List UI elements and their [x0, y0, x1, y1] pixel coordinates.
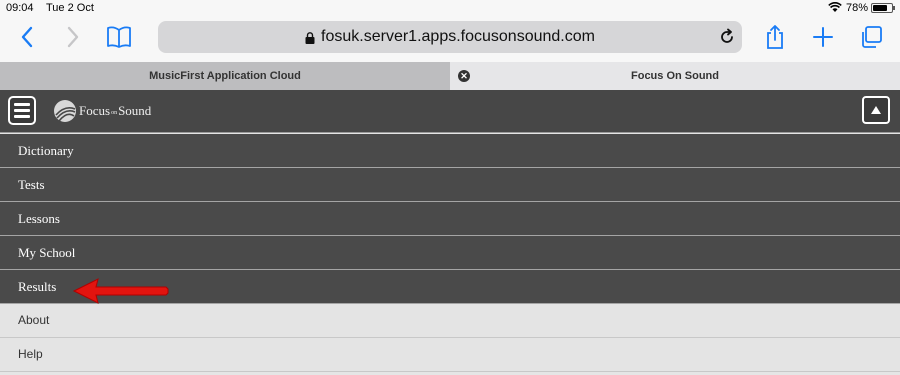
logo-text-focus: Focus: [79, 103, 111, 118]
logo-text-sound: Sound: [118, 103, 152, 118]
logo-mark-icon: [54, 100, 76, 122]
focus-on-sound-logo[interactable]: Focus on Sound: [53, 98, 151, 124]
bookmarks-icon: [107, 26, 131, 48]
menu-item-my-school[interactable]: My School: [0, 236, 900, 270]
new-tab-button[interactable]: [808, 22, 838, 52]
share-button[interactable]: [760, 22, 790, 52]
menu-item-dictionary[interactable]: Dictionary: [0, 134, 900, 168]
tabs-overview-button[interactable]: [856, 22, 886, 52]
tab-label: Focus On Sound: [631, 70, 719, 82]
menu-toggle-button[interactable]: [8, 96, 36, 125]
tabs-icon: [862, 26, 882, 48]
url-text: fosuk.server1.apps.focusonsound.com: [321, 28, 595, 45]
back-button[interactable]: [12, 22, 42, 52]
scroll-to-top-button[interactable]: [862, 96, 890, 124]
red-arrow-icon: [72, 278, 169, 304]
share-icon: [767, 25, 783, 49]
browser-toolbar: fosuk.server1.apps.focusonsound.com: [0, 16, 900, 62]
forward-button[interactable]: [58, 22, 88, 52]
logo-text-on: on: [111, 110, 118, 116]
status-time: 09:04: [6, 2, 34, 14]
new-tab-icon: [813, 27, 833, 47]
tab-strip: MusicFirst Application Cloud ✕ Focus On …: [0, 62, 900, 90]
menu-item-help[interactable]: Help: [0, 338, 900, 372]
tab-focus-on-sound[interactable]: ✕ Focus On Sound: [450, 62, 900, 90]
app-header: Focus on Sound: [0, 90, 900, 133]
close-tab-icon[interactable]: ✕: [458, 70, 470, 82]
tab-musicfirst[interactable]: MusicFirst Application Cloud: [0, 62, 450, 90]
wifi-icon: [828, 2, 842, 16]
status-bar: 09:04 Tue 2 Oct 78%: [0, 0, 900, 16]
lock-icon: [305, 32, 315, 44]
tab-label: MusicFirst Application Cloud: [149, 70, 301, 82]
triangle-up-icon: [871, 106, 881, 114]
forward-icon: [67, 26, 79, 48]
address-bar[interactable]: fosuk.server1.apps.focusonsound.com: [158, 21, 742, 53]
navigation-menu: Dictionary Tests Lessons My School Resul…: [0, 134, 900, 372]
battery-percent: 78%: [846, 2, 869, 14]
reload-icon[interactable]: [718, 28, 736, 46]
menu-item-about[interactable]: About: [0, 304, 900, 338]
battery-icon: [871, 3, 895, 13]
bookmarks-button[interactable]: [104, 22, 134, 52]
menu-item-tests[interactable]: Tests: [0, 168, 900, 202]
back-icon: [21, 26, 33, 48]
status-date: Tue 2 Oct: [46, 2, 94, 14]
hamburger-icon: [14, 103, 30, 106]
menu-item-lessons[interactable]: Lessons: [0, 202, 900, 236]
